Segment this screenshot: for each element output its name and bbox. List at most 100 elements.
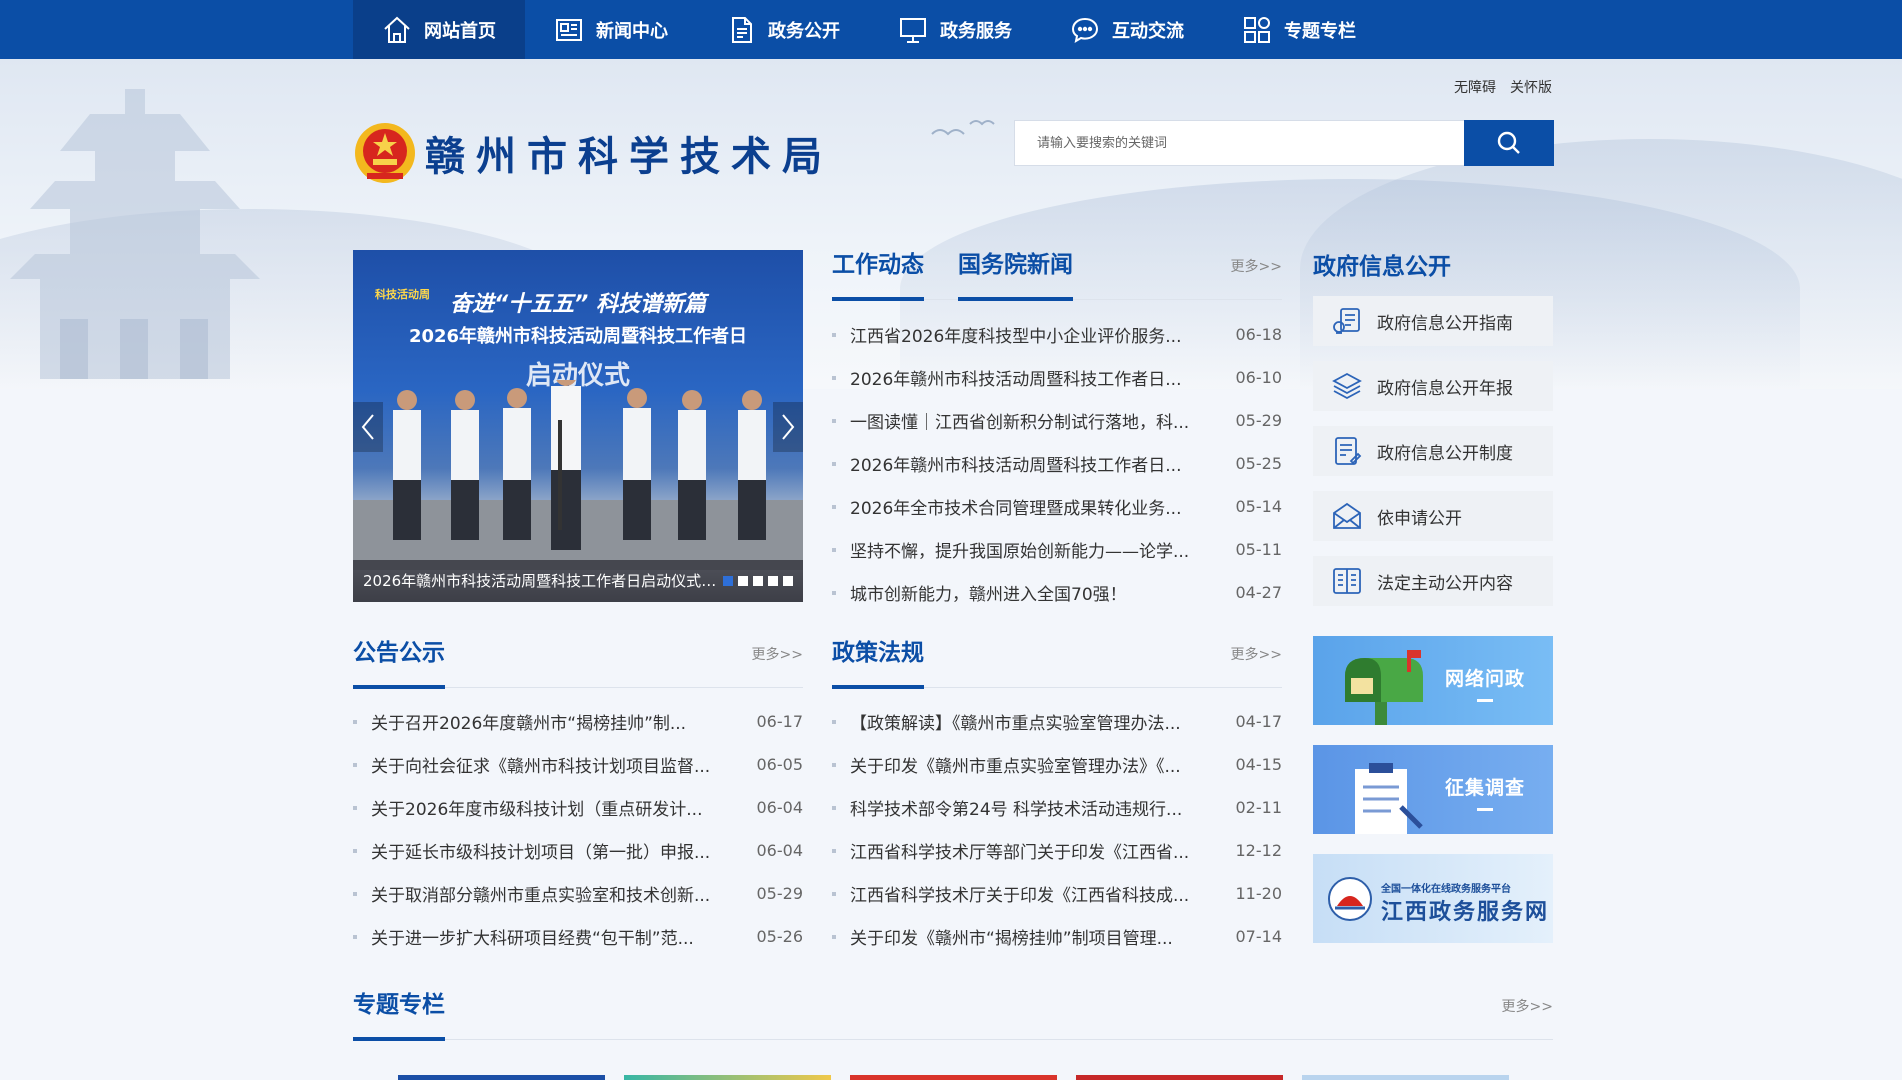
search-input[interactable] <box>1014 120 1464 166</box>
nav-item-label: 新闻中心 <box>596 20 668 42</box>
nav-item-topics[interactable]: 专题专栏 <box>1213 0 1385 59</box>
list-item[interactable]: 2026年赣州市科技活动周暨科技工作者日... 05-25 <box>832 442 1282 485</box>
site-logo[interactable]: 赣州市科学技术局 <box>353 121 833 185</box>
carousel-next-button[interactable] <box>773 402 803 452</box>
nav-item-label: 网站首页 <box>424 20 496 42</box>
nav-item-interaction[interactable]: 互动交流 <box>1041 0 1213 59</box>
list-item-date: 06-17 <box>756 712 804 731</box>
gov-info-title: 政府信息公开 <box>1313 254 1451 280</box>
topic-thumbnail[interactable] <box>1076 1075 1283 1080</box>
list-item-date: 05-11 <box>1235 540 1283 559</box>
gov-info-label: 政府信息公开指南 <box>1377 313 1513 334</box>
list-item[interactable]: 2026年赣州市科技活动周暨科技工作者日... 06-10 <box>832 356 1282 399</box>
list-item-title: 关于召开2026年度赣州市“揭榜挂帅”制... <box>371 714 687 734</box>
list-item[interactable]: 关于延长市级科技计划项目（第一批）申报... 06-04 <box>353 829 803 872</box>
list-item[interactable]: 一图读懂｜江西省创新积分制试行落地，科... 05-29 <box>832 399 1282 442</box>
gov-service-platform-label: 全国一体化在线政务服务平台 <box>1381 884 1511 895</box>
topic-thumbnail[interactable] <box>1302 1075 1509 1080</box>
topics-thumbnails <box>398 1075 1509 1080</box>
nav-item-news[interactable]: 新闻中心 <box>525 0 697 59</box>
search-bar <box>1014 120 1554 166</box>
nav-item-label: 专题专栏 <box>1284 20 1356 42</box>
carousel-dot[interactable] <box>783 576 793 586</box>
grid-icon <box>1244 16 1270 43</box>
list-item[interactable]: 关于向社会征求《赣州市科技计划项目监督... 06-05 <box>353 743 803 786</box>
slide-subtitle: 2026年赣州市科技活动周暨科技工作者日 <box>408 326 748 347</box>
tab-state-council-news[interactable]: 国务院新闻 <box>958 248 1073 301</box>
nav-item-label: 政务公开 <box>768 20 840 42</box>
policies-title[interactable]: 政策法规 <box>832 636 924 689</box>
jiangxi-gov-service-banner[interactable]: 全国一体化在线政务服务平台 江西政务服务网 <box>1313 854 1553 943</box>
gov-info-label: 政府信息公开年报 <box>1377 378 1513 399</box>
birds-illustration <box>931 120 995 136</box>
list-item[interactable]: 科学技术部令第24号 科学技术活动违规行... 02-11 <box>832 786 1282 829</box>
list-item[interactable]: 江西省科学技术厅等部门关于印发《江西省... 12-12 <box>832 829 1282 872</box>
list-item-title: 坚持不懈，提升我国原始创新能力——论学... <box>850 542 1190 562</box>
list-item[interactable]: 江西省科学技术厅关于印发《江西省科技成... 11-20 <box>832 872 1282 915</box>
topics-more-link[interactable]: 更多>> <box>1502 996 1553 1016</box>
carousel-dot[interactable] <box>738 576 748 586</box>
tab-work-updates[interactable]: 工作动态 <box>832 248 924 301</box>
accessibility-link[interactable]: 无障碍 <box>1454 77 1496 97</box>
nav-item-gov-service[interactable]: 政务服务 <box>869 0 1041 59</box>
guide-icon <box>1333 308 1360 334</box>
policies-list: 【政策解读】《赣州市重点实验室管理办法... 04-17 关于印发《赣州市重点实验… <box>832 700 1282 958</box>
list-item-date: 05-26 <box>756 927 804 946</box>
list-item-date: 05-29 <box>756 884 804 903</box>
monitor-icon <box>900 17 926 43</box>
online-inquiry-label: 网络问政 <box>1445 664 1525 702</box>
notices-more-link[interactable]: 更多>> <box>752 644 803 664</box>
document-icon <box>732 16 752 43</box>
gov-info-mandatory[interactable]: 法定主动公开内容 <box>1313 556 1553 606</box>
gov-info-regulation[interactable]: 政府信息公开制度 <box>1313 426 1553 476</box>
policies-more-link[interactable]: 更多>> <box>1231 644 1282 664</box>
slide-photo <box>353 380 803 570</box>
gov-info-label: 法定主动公开内容 <box>1377 573 1513 594</box>
home-icon <box>384 16 410 43</box>
carousel-dot[interactable] <box>768 576 778 586</box>
slide-slogan: 奋进“十五五” 科技谱新篇 <box>450 292 706 317</box>
topic-thumbnail[interactable] <box>850 1075 1057 1080</box>
list-item[interactable]: 城市创新能力，赣州进入全国70强！ 04-27 <box>832 571 1282 614</box>
top-navigation: 网站首页 新闻中心 政务公开 政务服务 互动交流 专题专栏 <box>0 0 1902 59</box>
list-item[interactable]: 关于印发《赣州市“揭榜挂帅”制项目管理... 07-14 <box>832 915 1282 958</box>
list-item[interactable]: 【政策解读】《赣州市重点实验室管理办法... 04-17 <box>832 700 1282 743</box>
list-item-title: 关于取消部分赣州市重点实验室和技术创新... <box>371 886 711 906</box>
list-item[interactable]: 坚持不懈，提升我国原始创新能力——论学... 05-11 <box>832 528 1282 571</box>
survey-banner[interactable]: 征集调查 <box>1313 745 1553 834</box>
online-inquiry-banner[interactable]: 网络问政 <box>1313 636 1553 725</box>
carousel-dot[interactable] <box>753 576 763 586</box>
policies-section-header: 政策法规 更多>> <box>832 636 1282 689</box>
list-item-title: 江西省2026年度科技型中小企业评价服务... <box>850 327 1182 347</box>
search-button[interactable] <box>1464 120 1554 166</box>
mailbox-icon <box>1345 650 1423 725</box>
nav-item-gov-affairs[interactable]: 政务公开 <box>697 0 869 59</box>
list-item[interactable]: 关于2026年度市级科技计划（重点研发计... 06-04 <box>353 786 803 829</box>
nav-item-home[interactable]: 网站首页 <box>353 0 525 59</box>
list-item[interactable]: 2026年全市技术合同管理暨成果转化业务... 05-14 <box>832 485 1282 528</box>
elder-mode-link[interactable]: 关怀版 <box>1510 77 1552 97</box>
list-item-title: 2026年全市技术合同管理暨成果转化业务... <box>850 499 1182 519</box>
carousel-dot[interactable] <box>723 576 733 586</box>
news-more-link[interactable]: 更多>> <box>1231 256 1282 276</box>
utility-links: 无障碍 关怀版 <box>1454 77 1552 97</box>
list-item[interactable]: 江西省2026年度科技型中小企业评价服务... 06-18 <box>832 313 1282 356</box>
gov-service-site-label: 江西政务服务网 <box>1381 900 1550 925</box>
news-carousel[interactable]: 科技活动周 奋进“十五五” 科技谱新篇 2026年赣州市科技活动周暨科技工作者日… <box>353 250 803 602</box>
gov-info-guide[interactable]: 政府信息公开指南 <box>1313 296 1553 346</box>
list-item-title: 关于印发《赣州市重点实验室管理办法》《... <box>850 757 1181 777</box>
list-item[interactable]: 关于进一步扩大科研项目经费“包干制”范... 05-26 <box>353 915 803 958</box>
topics-title[interactable]: 专题专栏 <box>353 988 445 1041</box>
list-item[interactable]: 关于印发《赣州市重点实验室管理办法》《... 04-15 <box>832 743 1282 786</box>
gov-info-request[interactable]: 依申请公开 <box>1313 491 1553 541</box>
list-item-title: 【政策解读】《赣州市重点实验室管理办法... <box>850 714 1181 734</box>
gov-info-annual-report[interactable]: 政府信息公开年报 <box>1313 361 1553 411</box>
notices-title[interactable]: 公告公示 <box>353 636 445 689</box>
list-item[interactable]: 关于召开2026年度赣州市“揭榜挂帅”制... 06-17 <box>353 700 803 743</box>
gov-info-list: 政府信息公开指南 政府信息公开年报 政府信息公开制度 依申请公开 法定主动公开内… <box>1313 296 1553 621</box>
list-item[interactable]: 关于取消部分赣州市重点实验室和技术创新... 05-29 <box>353 872 803 915</box>
topic-thumbnail[interactable] <box>398 1075 605 1080</box>
list-item-date: 06-05 <box>756 755 804 774</box>
carousel-prev-button[interactable] <box>353 402 383 452</box>
topic-thumbnail[interactable] <box>624 1075 831 1080</box>
